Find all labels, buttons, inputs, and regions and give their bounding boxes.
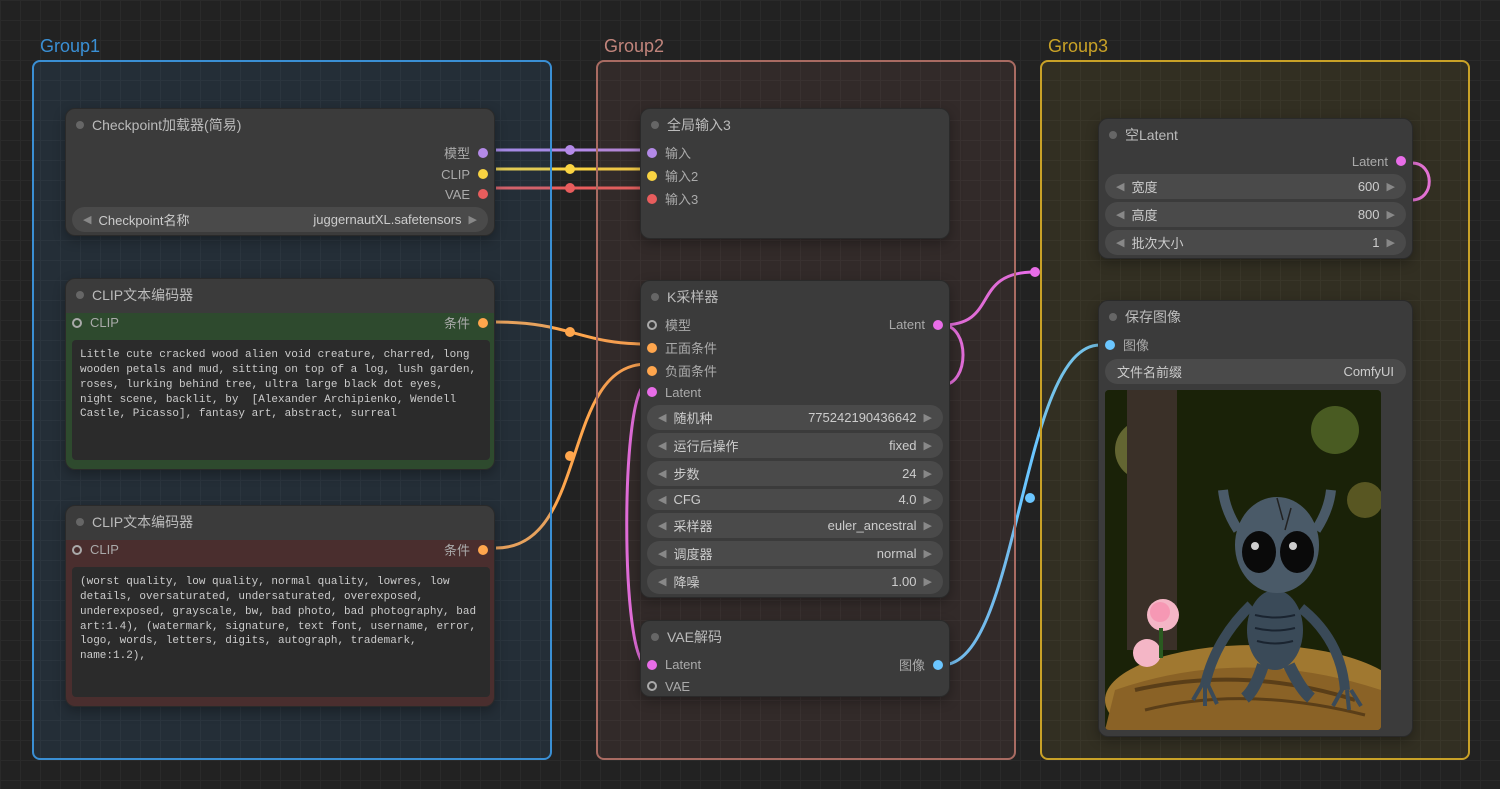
node-title: VAE解码 [667,627,722,647]
chevron-left-icon[interactable]: ◀ [80,213,94,226]
port-out-latent[interactable] [933,320,943,330]
port-out-latent[interactable] [1396,156,1406,166]
port-in-latent[interactable] [647,660,657,670]
port-out-clip[interactable] [478,169,488,179]
param-height[interactable]: ◀高度800▶ [1105,202,1406,227]
node-title: 空Latent [1125,125,1178,145]
port-in-clip[interactable] [72,545,82,555]
node-checkpoint-loader[interactable]: Checkpoint加载器(简易) 模型 CLIP VAE ◀ Checkpoi… [65,108,495,236]
param-width[interactable]: ◀宽度600▶ [1105,174,1406,199]
port-in-latent[interactable] [647,387,657,397]
node-empty-latent[interactable]: 空Latent Latent ◀宽度600▶ ◀高度800▶ ◀批次大小1▶ [1098,118,1413,259]
node-title: CLIP文本编码器 [92,512,193,532]
port-in-positive[interactable] [647,343,657,353]
node-title: CLIP文本编码器 [92,285,193,305]
port-in-3[interactable] [647,194,657,204]
param-seed[interactable]: ◀随机种775242190436642▶ [647,405,943,430]
param-after-generate[interactable]: ◀运行后操作fixed▶ [647,433,943,458]
port-out-vae[interactable] [478,189,488,199]
node-title: 全局输入3 [667,115,731,135]
node-title: 保存图像 [1125,307,1181,327]
param-steps[interactable]: ◀步数24▶ [647,461,943,486]
group-3-title: Group3 [1048,36,1108,57]
port-out-model[interactable] [478,148,488,158]
param-batch-size[interactable]: ◀批次大小1▶ [1105,230,1406,255]
group-2-title: Group2 [604,36,664,57]
node-title: Checkpoint加载器(简易) [92,115,241,135]
param-denoise[interactable]: ◀降噪1.00▶ [647,569,943,594]
chevron-right-icon[interactable]: ▶ [466,213,480,226]
negative-prompt-input[interactable] [72,567,490,697]
output-preview-image [1105,390,1381,730]
node-save-image[interactable]: 保存图像 图像 文件名前缀 ComfyUI [1098,300,1413,737]
port-in-negative[interactable] [647,366,657,376]
param-scheduler[interactable]: ◀调度器normal▶ [647,541,943,566]
port-in-model[interactable] [647,320,657,330]
group-1-title: Group1 [40,36,100,57]
node-clip-encode-positive[interactable]: CLIP文本编码器 CLIP 条件 [65,278,495,470]
port-out-conditioning[interactable] [478,545,488,555]
node-ksampler[interactable]: K采样器 模型 Latent 正面条件 负面条件 Latent ◀随机种7752… [640,280,950,598]
port-out-image[interactable] [933,660,943,670]
port-in-clip[interactable] [72,318,82,328]
node-title: K采样器 [667,287,718,307]
node-clip-encode-negative[interactable]: CLIP文本编码器 CLIP 条件 [65,505,495,707]
node-vae-decode[interactable]: VAE解码 Latent 图像 VAE [640,620,950,697]
port-in-vae[interactable] [647,681,657,691]
param-sampler[interactable]: ◀采样器euler_ancestral▶ [647,513,943,538]
param-checkpoint-name[interactable]: ◀ Checkpoint名称 juggernautXL.safetensors … [72,207,488,232]
node-global-inputs[interactable]: 全局输入3 输入 输入2 输入3 [640,108,950,239]
port-out-conditioning[interactable] [478,318,488,328]
param-cfg[interactable]: ◀CFG4.0▶ [647,489,943,510]
port-in-image[interactable] [1105,340,1115,350]
port-in-1[interactable] [647,148,657,158]
port-in-2[interactable] [647,171,657,181]
param-filename-prefix[interactable]: 文件名前缀 ComfyUI [1105,359,1406,384]
positive-prompt-input[interactable] [72,340,490,460]
